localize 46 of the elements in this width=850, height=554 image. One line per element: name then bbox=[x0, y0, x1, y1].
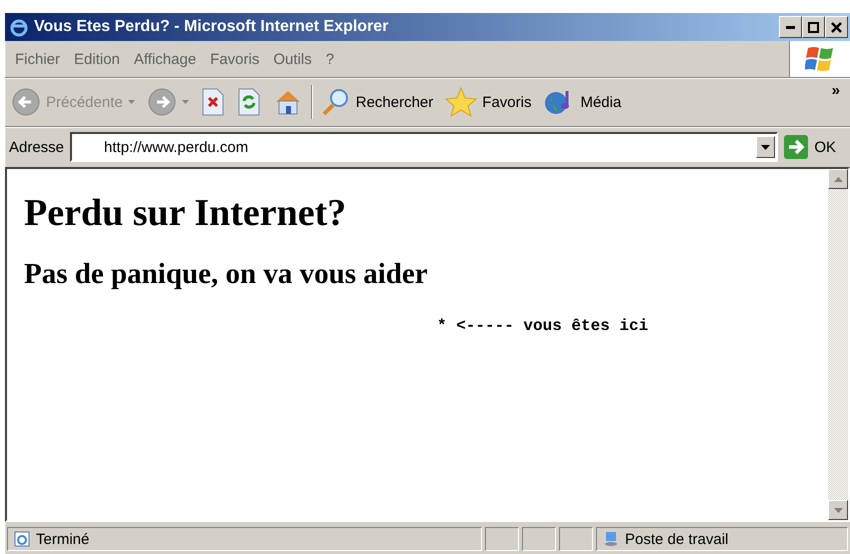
status-text: Terminé bbox=[36, 530, 90, 548]
caret-icon bbox=[128, 100, 135, 104]
window-title: Vous Etes Perdu? - Microsoft Internet Explorer bbox=[34, 18, 390, 36]
page-icon bbox=[14, 531, 30, 547]
search-button[interactable]: Rechercher bbox=[316, 85, 438, 119]
maximize-button[interactable] bbox=[802, 16, 825, 38]
scrollbar[interactable] bbox=[828, 169, 848, 520]
close-icon bbox=[831, 22, 842, 32]
star-icon bbox=[445, 87, 478, 117]
refresh-icon bbox=[236, 88, 261, 116]
menu-item[interactable]: Edition bbox=[68, 48, 126, 70]
caret-icon bbox=[761, 144, 770, 150]
caret-icon bbox=[182, 100, 189, 104]
media-button[interactable]: Média bbox=[539, 85, 626, 119]
menu-item[interactable]: Favoris bbox=[204, 48, 266, 70]
location-marker-text: * <----- vous êtes ici bbox=[437, 317, 650, 335]
up-caret-icon bbox=[834, 176, 842, 182]
menu-item[interactable]: Affichage bbox=[128, 48, 202, 70]
windows-flag-icon bbox=[805, 45, 835, 73]
stop-icon bbox=[200, 88, 225, 116]
minimize-button[interactable] bbox=[779, 16, 802, 38]
status-panel bbox=[485, 527, 519, 551]
zone-text: Poste de travail bbox=[625, 530, 728, 548]
go-button[interactable]: OK bbox=[784, 135, 846, 159]
menu-item[interactable]: Outils bbox=[267, 48, 318, 70]
browser-logo-icon bbox=[9, 17, 29, 37]
menu-item[interactable]: Fichier bbox=[9, 48, 66, 70]
search-icon bbox=[320, 87, 351, 117]
scroll-down-button[interactable] bbox=[828, 500, 848, 520]
computer-icon bbox=[603, 531, 619, 547]
page-heading: Perdu sur Internet? bbox=[24, 191, 348, 235]
maximize-icon bbox=[808, 22, 819, 32]
more-tools-button[interactable]: » bbox=[822, 78, 850, 103]
close-button[interactable] bbox=[825, 16, 848, 38]
caret-icon bbox=[834, 508, 842, 512]
page-subheading: Pas de panique, on va vous aider bbox=[24, 258, 429, 291]
url-input[interactable]: http://www.perdu.com bbox=[72, 138, 756, 156]
dropdown-button[interactable] bbox=[756, 136, 776, 158]
address-label: Adresse bbox=[9, 138, 64, 156]
minimize-icon bbox=[786, 26, 795, 28]
favorites-button[interactable]: Favoris bbox=[441, 85, 536, 119]
status-panel bbox=[522, 527, 556, 551]
status-panel bbox=[559, 527, 593, 551]
scroll-up-button[interactable] bbox=[828, 169, 848, 189]
menu-item[interactable]: ? bbox=[320, 48, 340, 70]
address-field[interactable]: http://www.perdu.com bbox=[70, 132, 778, 162]
